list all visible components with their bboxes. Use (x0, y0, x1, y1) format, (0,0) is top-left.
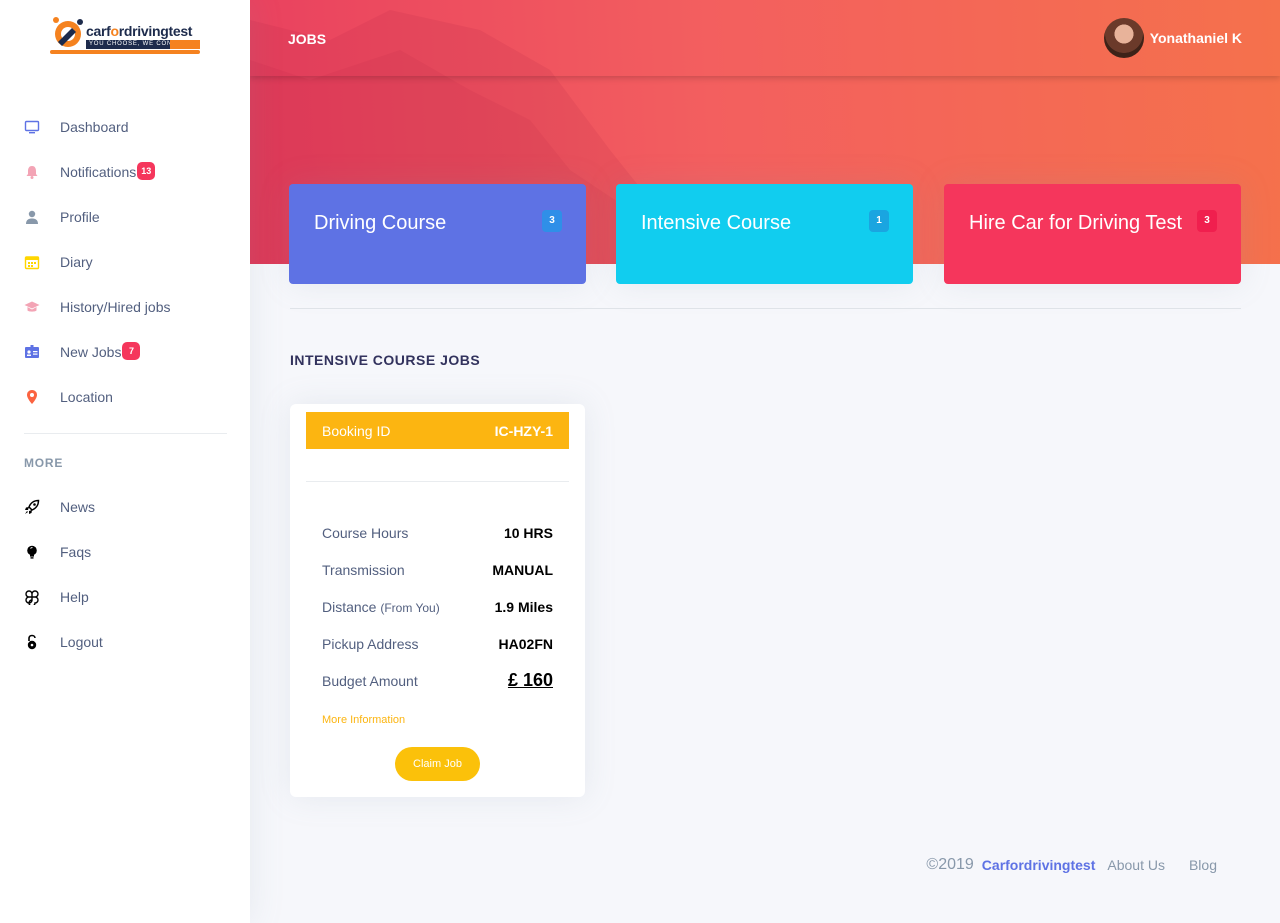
sidebar-item-profile[interactable]: Profile (0, 194, 250, 239)
sidebar-item-label: News (60, 498, 96, 515)
stat-card-title: Driving Course (314, 212, 447, 234)
notifications-count-badge: 13 (137, 161, 156, 180)
footer-copyright: ©2019 (926, 856, 974, 873)
sidebar-item-diary[interactable]: Diary (0, 239, 250, 284)
detail-label: Transmission (322, 561, 405, 578)
sidebar-item-label: Help (60, 588, 89, 605)
booking-id-value: IC-HZY-1 (494, 422, 553, 439)
stat-card-driving-course[interactable]: Driving Course 3 (289, 184, 586, 284)
booking-id-label: Booking ID (322, 422, 391, 439)
sidebar-item-label: Diary (60, 253, 93, 270)
more-information-link[interactable]: More Information (322, 714, 405, 726)
page-title: JOBS (288, 31, 327, 47)
section-title: INTENSIVE COURSE JOBS (290, 352, 481, 368)
sidebar-item-label: Logout (60, 633, 103, 650)
sidebar-item-faqs[interactable]: Faqs (0, 529, 250, 574)
stat-card-intensive-course[interactable]: Intensive Course 1 (616, 184, 913, 284)
logo-underline (50, 50, 200, 54)
detail-row-transmission: Transmission MANUAL (322, 551, 553, 588)
sidebar-item-label: History/Hired jobs (60, 298, 171, 315)
footer: ©2019 Carfordrivingtest About Us Blog (926, 856, 1217, 874)
brand-logo[interactable]: carfordrivingtest YOU CHOOSE, WE CONNECT (48, 14, 204, 60)
sidebar-item-dashboard[interactable]: Dashboard (0, 104, 250, 149)
sidebar-item-label: Notifications (60, 163, 137, 180)
card-divider (306, 481, 569, 482)
detail-row-budget-amount: Budget Amount £ 160 (322, 662, 553, 699)
footer-link-about-us[interactable]: About Us (1107, 857, 1165, 873)
sidebar-nav: Dashboard Notifications 13 Profile Diary (0, 104, 250, 419)
footer-brand-link[interactable]: Carfordrivingtest (982, 857, 1096, 873)
detail-label-sub: (From You) (380, 600, 440, 615)
sidebar-divider (24, 433, 227, 434)
detail-label-wrap: Distance (From You) (322, 599, 440, 615)
sidebar-item-location[interactable]: Location (0, 374, 250, 419)
bell-icon (24, 164, 40, 180)
sidebar-section-heading: MORE (24, 456, 64, 470)
sidebar-item-label: Profile (60, 208, 100, 225)
graduation-cap-icon (24, 299, 40, 315)
user-icon (24, 209, 40, 225)
detail-value: HA02FN (498, 635, 553, 652)
sidebar-item-news[interactable]: News (0, 484, 250, 529)
sidebar-item-label: Location (60, 388, 113, 405)
job-card: Booking ID IC-HZY-1 Course Hours 10 HRS … (290, 404, 585, 797)
detail-label: Course Hours (322, 524, 409, 541)
stat-card-title: Hire Car for Driving Test (969, 212, 1183, 234)
stat-card-count-badge: 3 (1197, 210, 1217, 232)
sidebar: carfordrivingtest YOU CHOOSE, WE CONNECT… (0, 0, 250, 923)
user-menu[interactable]: Yonathaniel K (1103, 18, 1242, 58)
logo-tagline: YOU CHOOSE, WE CONNECT (86, 40, 200, 49)
booking-id-bar: Booking ID IC-HZY-1 (306, 412, 569, 449)
sidebar-item-label: Faqs (60, 543, 92, 560)
sidebar-item-label: New Jobs (60, 343, 122, 360)
id-card-icon (24, 344, 40, 360)
new-jobs-count-badge: 7 (122, 341, 141, 360)
detail-row-distance: Distance (From You) 1.9 Miles (322, 588, 553, 625)
sidebar-more-nav: News Faqs Help Logout (0, 484, 250, 664)
lightbulb-icon (24, 544, 40, 560)
user-name[interactable]: Yonathaniel K (1150, 30, 1242, 46)
footer-link-blog[interactable]: Blog (1189, 857, 1217, 873)
claim-job-button[interactable]: Claim Job (395, 747, 480, 781)
detail-value: MANUAL (492, 561, 553, 578)
command-icon (24, 589, 40, 605)
sidebar-item-help[interactable]: Help (0, 574, 250, 619)
unlock-icon (24, 634, 40, 650)
sidebar-item-logout[interactable]: Logout (0, 619, 250, 664)
detail-label: Distance (322, 598, 377, 615)
calendar-icon (24, 254, 40, 270)
sidebar-item-new-jobs[interactable]: New Jobs 7 (0, 329, 250, 374)
stat-card-title: Intensive Course (641, 212, 792, 234)
job-details: Course Hours 10 HRS Transmission MANUAL … (322, 514, 553, 699)
avatar[interactable] (1103, 18, 1144, 58)
stat-card-count-badge: 1 (869, 210, 889, 232)
detail-label: Pickup Address (322, 635, 419, 652)
section-divider (290, 308, 1241, 309)
logo-text: carfordrivingtest (86, 23, 193, 39)
logo-mark-icon (53, 17, 83, 47)
sidebar-item-label: Dashboard (60, 118, 129, 135)
sidebar-item-history-hired-jobs[interactable]: History/Hired jobs (0, 284, 250, 329)
stat-card-count-badge: 3 (542, 210, 562, 232)
detail-value: 1.9 Miles (494, 598, 553, 615)
stat-card-hire-car[interactable]: Hire Car for Driving Test 3 (944, 184, 1241, 284)
detail-value: 10 HRS (503, 524, 553, 541)
rocket-icon (24, 499, 40, 515)
top-navbar: JOBS Yonathaniel K (250, 0, 1280, 76)
sidebar-item-notifications[interactable]: Notifications 13 (0, 149, 250, 194)
map-pin-icon (24, 389, 40, 405)
detail-row-course-hours: Course Hours 10 HRS (322, 514, 553, 551)
budget-amount-value: £ 160 (507, 670, 553, 690)
monitor-icon (24, 119, 40, 135)
detail-label: Budget Amount (322, 672, 418, 689)
detail-row-pickup-address: Pickup Address HA02FN (322, 625, 553, 662)
